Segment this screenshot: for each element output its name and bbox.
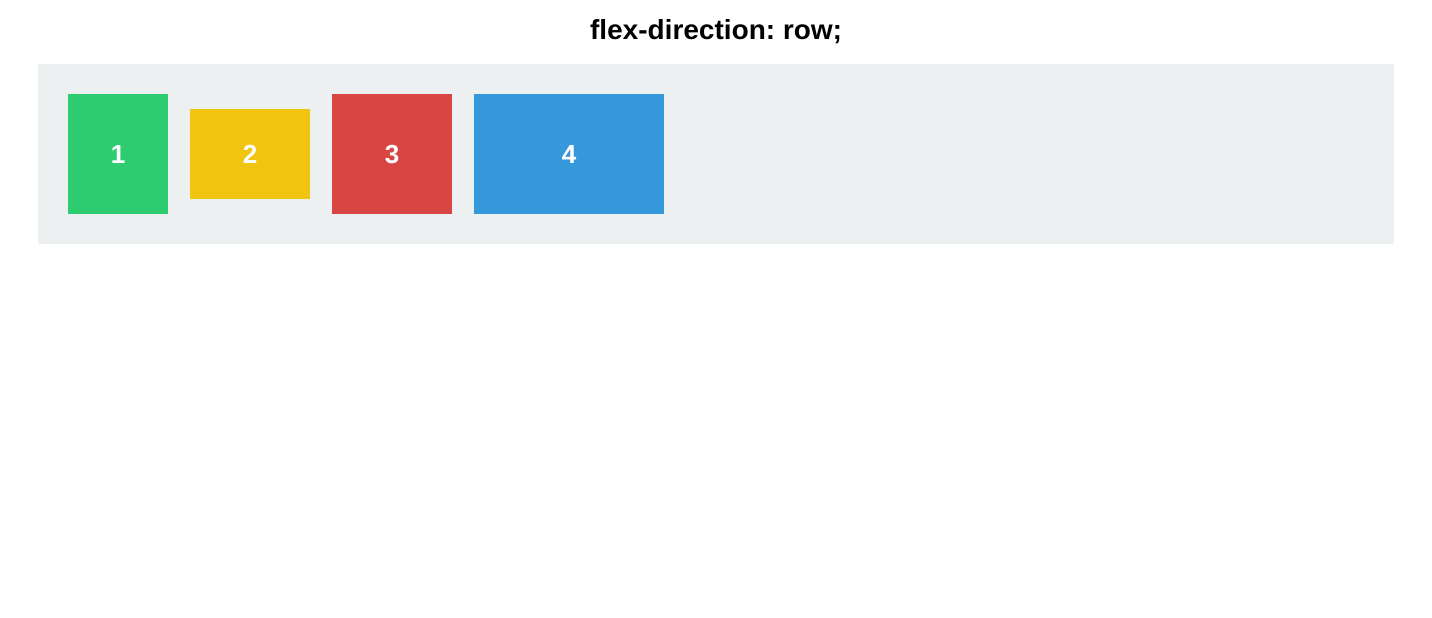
page-title: flex-direction: row; [0, 0, 1432, 64]
flex-item-4: 4 [474, 94, 664, 214]
flex-item-3: 3 [332, 94, 452, 214]
flex-container: 1 2 3 4 [38, 64, 1394, 244]
flex-item-1: 1 [68, 94, 168, 214]
flex-item-2: 2 [190, 109, 310, 199]
